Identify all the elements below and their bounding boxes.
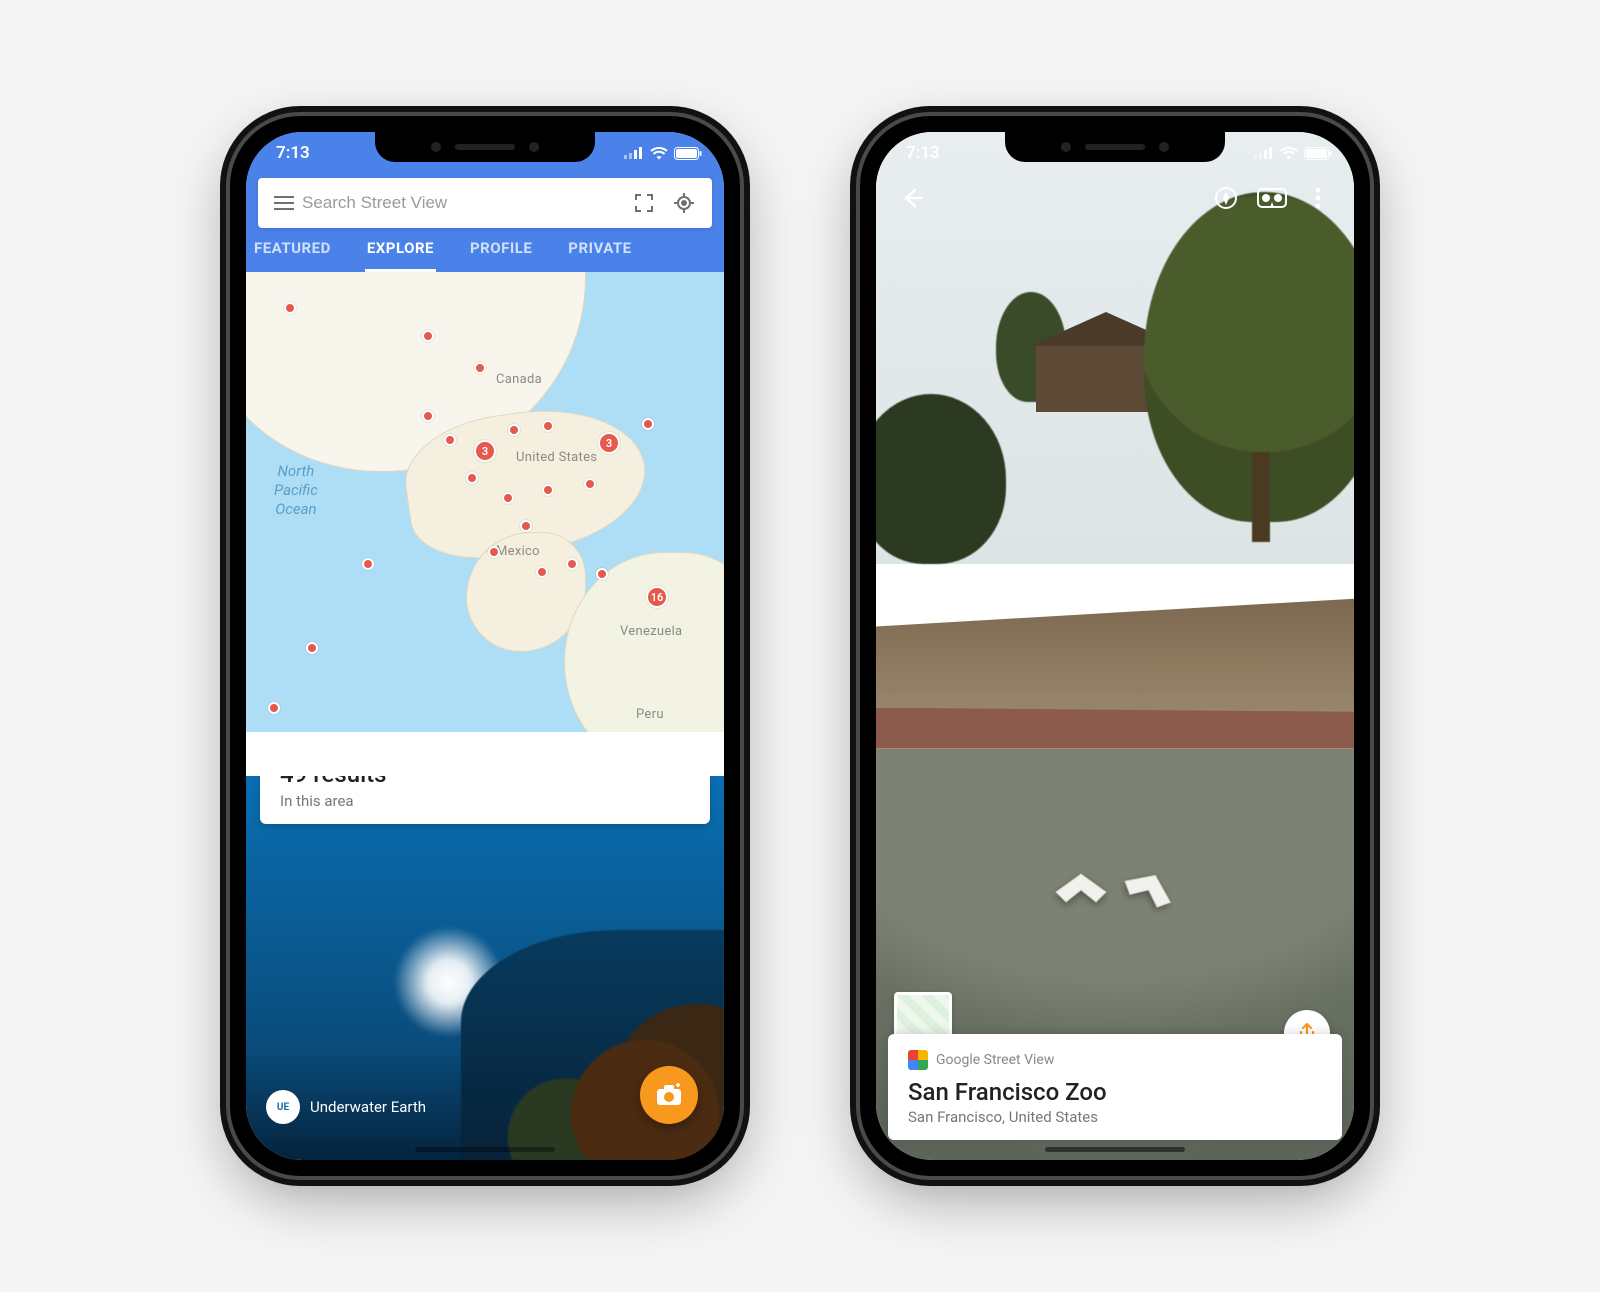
screen-right: 7:13 xyxy=(876,132,1354,1160)
map-pin[interactable] xyxy=(566,558,578,570)
overflow-menu-icon[interactable] xyxy=(1300,180,1336,216)
results-count: 49 results xyxy=(280,776,690,788)
cellular-icon xyxy=(624,147,644,159)
status-time: 7:13 xyxy=(906,143,940,163)
map-pin[interactable] xyxy=(542,420,554,432)
map-pin[interactable] xyxy=(520,520,532,532)
tab-explore[interactable]: EXPLORE xyxy=(365,239,436,272)
country-usa: United States xyxy=(516,450,597,465)
featured-photo[interactable]: 49 results In this area UE Underwater Ea… xyxy=(246,776,724,1160)
notch xyxy=(1005,132,1225,162)
camera-plus-icon xyxy=(655,1083,683,1107)
map-pin[interactable] xyxy=(642,418,654,430)
location-subtitle: San Francisco, United States xyxy=(908,1108,1322,1126)
map-area[interactable]: North Pacific Ocean Canada United States… xyxy=(246,272,724,732)
provider-name: Google Street View xyxy=(936,1052,1054,1068)
map-pin[interactable] xyxy=(306,642,318,654)
map-pin[interactable] xyxy=(268,702,280,714)
map-pin[interactable] xyxy=(488,546,500,558)
map-pin-cluster[interactable]: 3 xyxy=(598,432,620,454)
hamburger-menu-icon[interactable] xyxy=(266,196,302,210)
status-icons xyxy=(1254,147,1332,160)
street-nav-arrow-icon[interactable] xyxy=(1054,872,1108,906)
search-input[interactable] xyxy=(302,193,624,213)
home-indicator[interactable] xyxy=(415,1147,555,1152)
my-location-icon[interactable] xyxy=(664,192,704,214)
country-venezuela: Venezuela xyxy=(620,624,682,639)
map-pin[interactable] xyxy=(284,302,296,314)
results-card[interactable]: 49 results In this area xyxy=(260,776,710,824)
map-pin-cluster[interactable]: 16 xyxy=(646,586,668,608)
streetview-viewer[interactable]: 7:13 xyxy=(876,132,1354,1160)
battery-icon xyxy=(674,147,702,160)
tab-private[interactable]: PRIVATE xyxy=(566,239,633,272)
map-pin-cluster[interactable]: 3 xyxy=(474,440,496,462)
map-pin[interactable] xyxy=(584,478,596,490)
search-bar[interactable] xyxy=(258,178,712,228)
screen-left: 7:13 xyxy=(246,132,724,1160)
nav-arrows[interactable] xyxy=(1054,872,1176,906)
results-subtitle: In this area xyxy=(280,792,690,810)
tab-featured[interactable]: FEATURED xyxy=(252,239,333,272)
map-pin[interactable] xyxy=(536,566,548,578)
map-pin[interactable] xyxy=(542,484,554,496)
tab-profile[interactable]: PROFILE xyxy=(468,239,534,272)
compass-icon[interactable] xyxy=(1208,180,1244,216)
location-title: San Francisco Zoo xyxy=(908,1078,1322,1106)
cellular-icon xyxy=(1254,147,1274,159)
wifi-icon xyxy=(650,147,668,160)
country-canada: Canada xyxy=(496,372,542,387)
map-pin[interactable] xyxy=(596,568,608,580)
status-icons xyxy=(624,147,702,160)
provider-row: Google Street View xyxy=(908,1050,1322,1070)
map-pin[interactable] xyxy=(474,362,486,374)
location-card[interactable]: Google Street View San Francisco Zoo San… xyxy=(888,1034,1342,1140)
map-pin[interactable] xyxy=(422,410,434,422)
map-pin[interactable] xyxy=(362,558,374,570)
phone-right: 7:13 xyxy=(860,116,1370,1176)
streetview-logo-icon xyxy=(908,1050,928,1070)
back-icon[interactable] xyxy=(894,180,930,216)
photo-source-chip[interactable]: UE Underwater Earth xyxy=(266,1090,426,1124)
ocean-label: North Pacific Ocean xyxy=(274,462,318,518)
map-pin[interactable] xyxy=(444,434,456,446)
source-name: Underwater Earth xyxy=(310,1098,426,1116)
notch xyxy=(375,132,595,162)
status-time: 7:13 xyxy=(276,143,310,163)
vr-cardboard-icon[interactable] xyxy=(1254,180,1290,216)
tab-bar: FEATURED EXPLORE PROFILE PRIVATE xyxy=(246,228,724,272)
wifi-icon xyxy=(1280,147,1298,160)
country-mexico: Mexico xyxy=(496,544,540,559)
avatar: UE xyxy=(266,1090,300,1124)
camera-fab[interactable] xyxy=(640,1066,698,1124)
map-pin[interactable] xyxy=(508,424,520,436)
phone-left: 7:13 xyxy=(230,116,740,1176)
map-pin[interactable] xyxy=(502,492,514,504)
battery-icon xyxy=(1304,147,1332,160)
home-indicator[interactable] xyxy=(1045,1147,1185,1152)
map-pin[interactable] xyxy=(466,472,478,484)
country-peru: Peru xyxy=(636,707,664,722)
map-pin[interactable] xyxy=(422,330,434,342)
expand-icon[interactable] xyxy=(624,194,664,212)
